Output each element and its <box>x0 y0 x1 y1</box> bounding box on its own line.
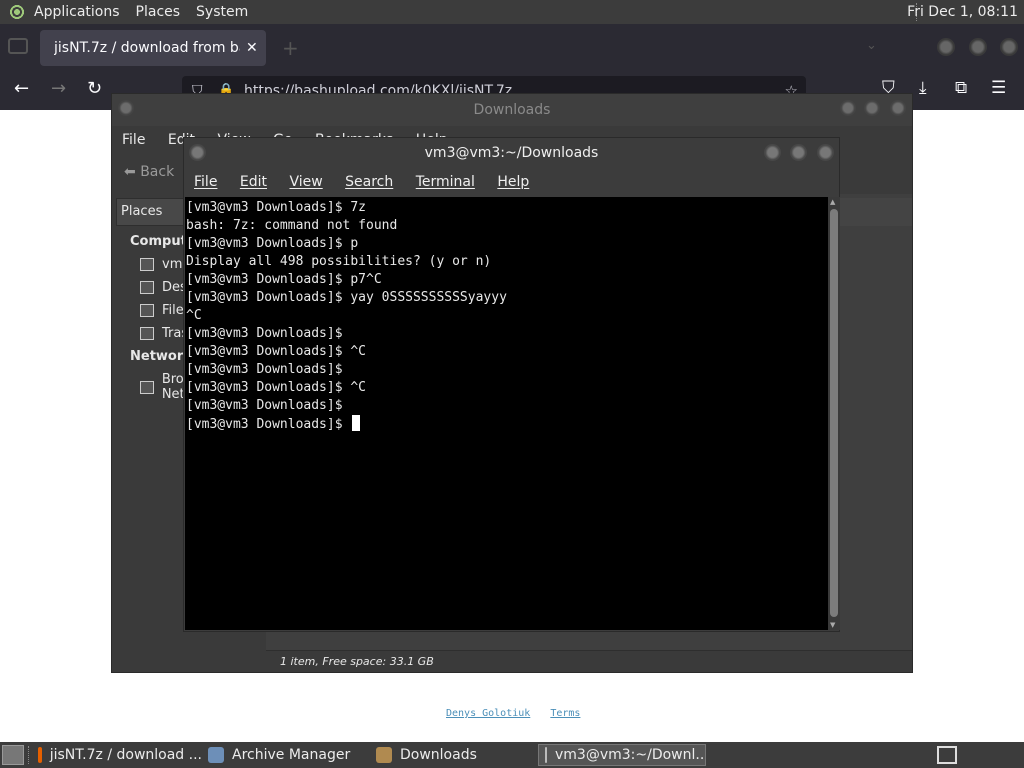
terminal-screen[interactable]: [vm3@vm3 Downloads]$ 7z bash: 7z: command… <box>185 197 828 630</box>
scroll-up-icon[interactable]: ▲ <box>830 198 835 206</box>
minimize-button[interactable] <box>840 100 856 116</box>
maximize-button[interactable] <box>790 144 807 161</box>
terminal-line: bash: 7z: command not found <box>186 218 398 233</box>
menu-file[interactable]: File <box>122 132 145 148</box>
firefox-icon <box>38 747 42 763</box>
back-button[interactable]: ⬅ Back <box>124 164 174 180</box>
menu-file[interactable]: File <box>194 174 217 190</box>
trash-icon <box>140 327 154 340</box>
applications-menu[interactable]: Applications <box>34 4 120 20</box>
close-tab-icon[interactable]: ✕ <box>246 40 258 56</box>
taskbar-separator <box>28 746 29 764</box>
taskbar-item-terminal[interactable]: vm3@vm3:~/Downl... <box>538 744 706 766</box>
download-icon[interactable]: ⤓ <box>919 78 927 98</box>
close-window-button[interactable] <box>817 144 834 161</box>
author-link[interactable]: Denys Golotiuk <box>446 708 530 719</box>
extensions-icon[interactable]: ⧉ <box>955 78 967 98</box>
taskbar-item-label: Archive Manager <box>232 747 351 763</box>
terminal-line: [vm3@vm3 Downloads]$ <box>186 398 343 413</box>
taskbar-item-label: vm3@vm3:~/Downl... <box>555 747 706 763</box>
taskbar-item-downloads[interactable]: Downloads <box>370 744 534 766</box>
system-menu[interactable]: System <box>196 4 248 20</box>
terminal-line: ^C <box>186 308 202 323</box>
page-footer: Denys Golotiuk Terms <box>446 708 594 719</box>
terminal-icon <box>545 747 547 763</box>
file-manager-titlebar[interactable]: Downloads <box>112 94 912 126</box>
scrollbar-thumb[interactable] <box>830 209 838 617</box>
taskbar-item-label: jisNT.7z / download ... <box>49 747 202 763</box>
show-desktop-icon[interactable] <box>2 745 24 765</box>
chevron-down-icon[interactable]: ⌄ <box>866 38 877 53</box>
maximize-button[interactable] <box>969 38 987 56</box>
status-bar: 1 item, Free space: 33.1 GB <box>266 650 912 672</box>
drive-icon <box>140 304 154 317</box>
mate-logo-icon[interactable] <box>8 3 26 21</box>
reload-icon[interactable]: ↻ <box>87 78 102 99</box>
folder-icon <box>376 747 392 763</box>
terminal-titlebar[interactable]: vm3@vm3:~/Downloads <box>184 138 839 168</box>
back-arrow-icon[interactable]: ← <box>14 78 29 99</box>
maximize-button[interactable] <box>864 100 880 116</box>
hamburger-menu-icon[interactable]: ☰ <box>991 78 1006 98</box>
browser-tab[interactable]: jisNT.7z / download from bashupload ✕ <box>40 30 266 66</box>
terminal-title: vm3@vm3:~/Downloads <box>424 145 599 161</box>
terminal-line: [vm3@vm3 Downloads]$ yay 0SSSSSSSSSSyayy… <box>186 290 507 305</box>
terminal-window: vm3@vm3:~/Downloads File Edit View Searc… <box>183 137 840 632</box>
menu-search[interactable]: Search <box>345 174 393 190</box>
browser-tab-bar: jisNT.7z / download from bashupload ✕ + … <box>0 24 1024 70</box>
file-manager-title: Downloads <box>473 102 551 118</box>
tab-list-icon[interactable] <box>8 38 28 54</box>
close-window-button[interactable] <box>890 100 906 116</box>
taskbar-item-label: Downloads <box>400 747 477 763</box>
menu-view[interactable]: View <box>289 174 322 190</box>
terminal-prompt-line: [vm3@vm3 Downloads]$ <box>186 415 827 434</box>
window-menu-button[interactable] <box>118 100 134 116</box>
terminal-line: [vm3@vm3 Downloads]$ p <box>186 236 359 251</box>
network-icon <box>140 380 154 394</box>
workspace-switcher[interactable] <box>937 746 957 764</box>
menu-terminal[interactable]: Terminal <box>416 174 475 190</box>
terminal-line: [vm3@vm3 Downloads]$ <box>186 362 343 377</box>
terminal-line: [vm3@vm3 Downloads]$ <box>186 417 351 432</box>
bottom-taskbar: jisNT.7z / download ... Archive Manager … <box>0 742 1024 768</box>
terminal-line: [vm3@vm3 Downloads]$ <box>186 326 343 341</box>
terms-link[interactable]: Terms <box>550 708 580 719</box>
close-window-button[interactable] <box>1000 38 1018 56</box>
places-menu[interactable]: Places <box>136 4 181 20</box>
minimize-button[interactable] <box>937 38 955 56</box>
tab-title: jisNT.7z / download from bashupload <box>54 40 240 56</box>
top-panel: Applications Places System Fri Dec 1, 08… <box>0 0 1024 24</box>
menu-edit[interactable]: Edit <box>240 174 267 190</box>
terminal-line: [vm3@vm3 Downloads]$ 7z <box>186 200 367 215</box>
terminal-line: Display all 498 possibilities? (y or n) <box>186 254 492 269</box>
back-arrow-icon: ⬅ <box>124 164 141 180</box>
menu-help[interactable]: Help <box>497 174 529 190</box>
new-tab-icon[interactable]: + <box>282 36 299 60</box>
desktop-icon <box>140 281 154 294</box>
scroll-down-icon[interactable]: ▼ <box>830 621 835 629</box>
taskbar-item-archive-manager[interactable]: Archive Manager <box>202 744 366 766</box>
taskbar-item-firefox[interactable]: jisNT.7z / download ... <box>32 744 202 766</box>
terminal-menubar: File Edit View Search Terminal Help <box>184 168 839 196</box>
forward-arrow-icon[interactable]: → <box>51 78 66 99</box>
terminal-line: [vm3@vm3 Downloads]$ ^C <box>186 380 367 395</box>
path-bar[interactable] <box>836 198 912 226</box>
archive-manager-icon <box>208 747 224 763</box>
minimize-button[interactable] <box>764 144 781 161</box>
clock[interactable]: Fri Dec 1, 08:11 <box>907 4 1018 20</box>
terminal-line: [vm3@vm3 Downloads]$ ^C <box>186 344 367 359</box>
back-label: Back <box>140 164 175 180</box>
window-menu-button[interactable] <box>189 144 206 161</box>
terminal-scrollbar[interactable]: ▲ ▼ <box>828 197 840 630</box>
terminal-line: [vm3@vm3 Downloads]$ p7^C <box>186 272 382 287</box>
home-folder-icon <box>140 258 154 271</box>
text-cursor <box>352 415 361 431</box>
